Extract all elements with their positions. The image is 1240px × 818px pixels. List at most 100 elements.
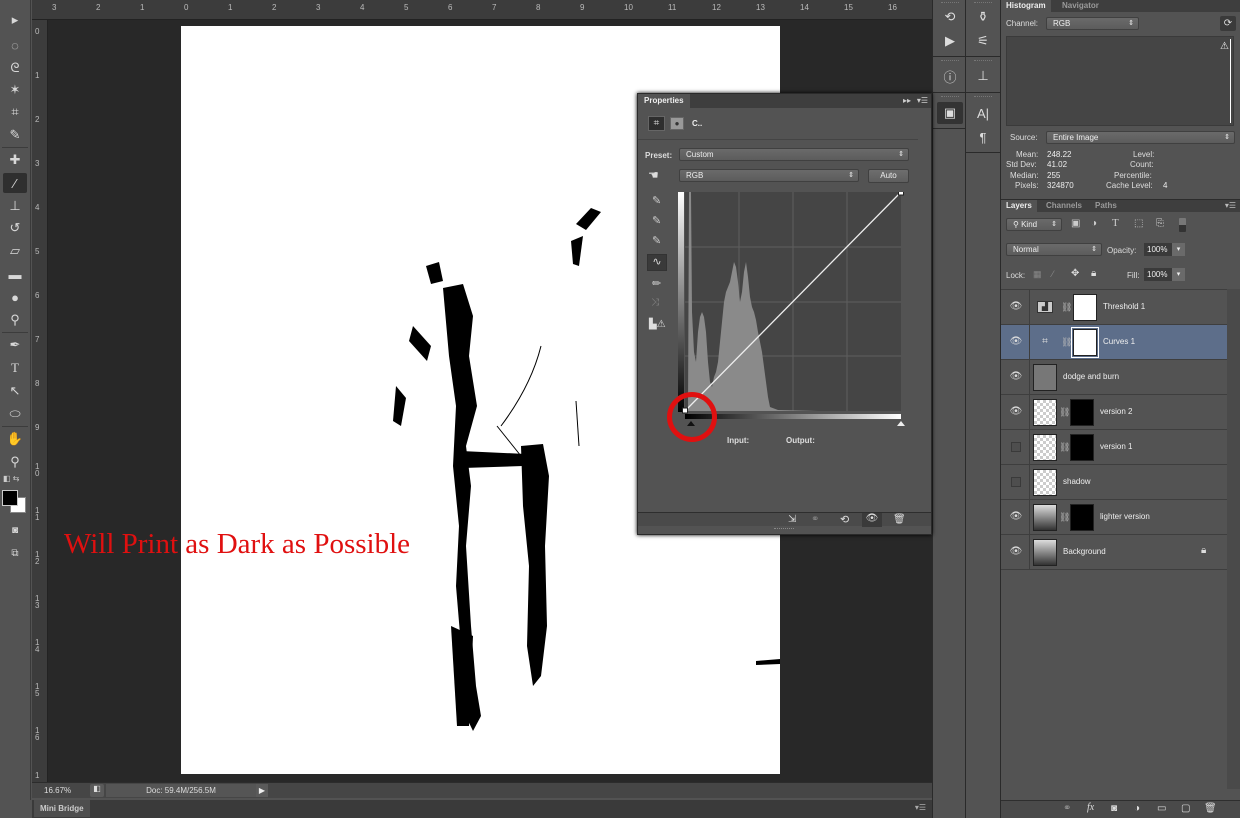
filter-adjustment-icon[interactable]: ◑ xyxy=(1091,218,1097,229)
visibility-eye-icon[interactable]: 👁︎ xyxy=(1009,336,1023,348)
layer-mask-thumbnail[interactable] xyxy=(1071,327,1099,358)
refresh-icon[interactable]: ⟳ xyxy=(1220,16,1236,31)
view-previous-icon[interactable]: ⚭ xyxy=(811,514,819,525)
crop-tool-icon[interactable]: ⌗ xyxy=(3,102,27,122)
hand-tool-icon[interactable]: ✋ xyxy=(3,429,27,449)
fx-icon[interactable]: fx xyxy=(1087,802,1094,813)
layers-scrollbar[interactable] xyxy=(1227,289,1240,789)
channel-select[interactable]: RGB ⇕ xyxy=(1046,17,1139,30)
curves-graph[interactable] xyxy=(678,192,908,432)
fill-input[interactable]: 100% xyxy=(1144,268,1172,281)
ruler-vertical[interactable] xyxy=(32,20,48,782)
layer-row[interactable]: 👁︎ ▟ ⛓ Threshold 1 xyxy=(1001,290,1227,325)
new-layer-icon[interactable]: ▢ xyxy=(1181,803,1190,814)
eraser-tool-icon[interactable]: ▱ xyxy=(3,241,27,261)
opacity-input[interactable]: 100% xyxy=(1144,243,1172,256)
dock-grip[interactable] xyxy=(941,60,959,62)
white-point-eyedropper-icon[interactable]: ✎ xyxy=(652,234,661,247)
channel-select[interactable]: RGB ⇕ xyxy=(679,169,859,182)
trash-icon[interactable]: 🗑︎ xyxy=(1204,803,1217,814)
curves-icon[interactable]: ⌗ xyxy=(648,116,665,131)
on-image-adjust-hand-icon[interactable]: ☚ xyxy=(648,168,659,182)
filter-smart-object-icon[interactable]: ⎘ xyxy=(1156,218,1164,229)
filter-pixel-icon[interactable]: ▣ xyxy=(1071,218,1080,229)
zoom-tool-icon[interactable]: ⚲ xyxy=(3,452,27,472)
layer-thumbnail[interactable] xyxy=(1033,504,1057,531)
blend-mode-select[interactable]: Normal ⇕ xyxy=(1006,243,1102,256)
new-group-icon[interactable]: ▭ xyxy=(1157,803,1166,814)
quick-mask-icon[interactable]: ◙ xyxy=(3,520,27,540)
layer-filter-select[interactable]: ⚲ Kind ⇕ xyxy=(1006,218,1062,231)
mini-bridge-tab[interactable]: Mini Bridge xyxy=(34,800,90,817)
lock-position-icon[interactable]: ✥ xyxy=(1071,268,1079,279)
layer-row[interactable]: 👁︎ dodge and burn xyxy=(1001,360,1227,395)
preset-select[interactable]: Custom ⇕ xyxy=(679,148,909,161)
visibility-eye-icon[interactable]: 👁︎ xyxy=(1009,546,1023,558)
new-adjustment-icon[interactable]: ◑ xyxy=(1134,803,1140,814)
lock-all-icon[interactable]: 🔒︎ xyxy=(1091,268,1096,279)
panel-menu-icon[interactable]: ▾☰ xyxy=(1225,201,1236,210)
visibility-eye-icon[interactable]: 👁︎ xyxy=(1009,371,1023,383)
clone-stamp-tool-icon[interactable]: ⊥ xyxy=(3,196,27,216)
visibility-eye-icon[interactable]: 👁︎ xyxy=(1009,511,1023,523)
layer-thumbnail[interactable] xyxy=(1033,469,1057,496)
dock-grip[interactable] xyxy=(974,96,992,98)
layer-row[interactable]: 👁︎ ⛓ version 2 xyxy=(1001,395,1227,430)
visibility-eye-icon[interactable]: 👁︎ xyxy=(1009,301,1023,313)
layer-thumbnail[interactable] xyxy=(1033,399,1057,426)
gradient-tool-icon[interactable]: ▬ xyxy=(3,264,27,284)
white-point-slider[interactable] xyxy=(897,421,905,426)
dock-grip[interactable] xyxy=(941,2,959,4)
gray-point-eyedropper-icon[interactable]: ✎ xyxy=(652,214,661,227)
character-icon[interactable]: A| xyxy=(970,102,996,124)
add-mask-icon[interactable]: ◙ xyxy=(1111,803,1117,814)
link-icon[interactable]: ⛓ xyxy=(1061,337,1072,348)
layer-row[interactable]: shadow xyxy=(1001,465,1227,500)
reset-icon[interactable]: ⟲ xyxy=(840,513,849,526)
eyedropper-tool-icon[interactable]: ✎ xyxy=(3,125,27,145)
mask-icon[interactable]: ● xyxy=(670,117,684,130)
opacity-dropdown-icon[interactable]: ▾ xyxy=(1172,243,1185,256)
foreground-color-swatch[interactable] xyxy=(2,490,18,506)
layer-mask-thumbnail[interactable] xyxy=(1070,434,1094,461)
filter-type-icon[interactable]: T xyxy=(1112,217,1119,229)
layer-thumbnail[interactable] xyxy=(1033,434,1057,461)
filter-shape-icon[interactable]: ⬚ xyxy=(1134,218,1143,229)
black-point-eyedropper-icon[interactable]: ✎ xyxy=(652,194,661,207)
clip-to-layer-icon[interactable]: ⇲ xyxy=(788,514,796,525)
healing-brush-tool-icon[interactable]: ✚ xyxy=(3,150,27,170)
dock-grip[interactable] xyxy=(941,96,959,98)
fill-dropdown-icon[interactable]: ▾ xyxy=(1172,268,1185,281)
magic-wand-tool-icon[interactable]: ✶ xyxy=(3,80,27,100)
history-brush-tool-icon[interactable]: ↺ xyxy=(3,218,27,238)
paragraph-icon[interactable]: ¶ xyxy=(970,126,996,148)
ellipse-tool-icon[interactable]: ⬭ xyxy=(3,404,27,424)
lock-transparent-icon[interactable]: ▦ xyxy=(1033,269,1042,280)
brush-tool-icon[interactable]: ⁄ xyxy=(3,173,27,193)
pencil-icon[interactable]: ✏ xyxy=(652,277,661,290)
move-tool-icon[interactable]: ▸ xyxy=(3,10,27,30)
layer-row[interactable]: ⛓ version 1 xyxy=(1001,430,1227,465)
link-layers-icon[interactable]: ⚭ xyxy=(1063,803,1071,814)
layer-row[interactable]: 👁︎ Background 🔒︎ xyxy=(1001,535,1227,570)
tab-histogram[interactable]: Histogram xyxy=(1001,0,1051,12)
properties-icon[interactable]: ▣ xyxy=(937,102,963,124)
link-icon[interactable]: ⛓ xyxy=(1059,512,1070,523)
dock-grip[interactable] xyxy=(974,2,992,4)
layer-mask-thumbnail[interactable] xyxy=(1070,399,1094,426)
curve-point-tool-icon[interactable]: ∿ xyxy=(647,254,667,271)
info-icon[interactable]: ⓘ xyxy=(937,65,963,87)
link-icon[interactable]: ⛓ xyxy=(1059,407,1070,418)
panel-menu-icon[interactable]: ▾☰ xyxy=(917,96,928,105)
layer-row[interactable]: 👁︎ ⌗ ⛓ Curves 1 xyxy=(1001,325,1227,360)
resize-grip[interactable] xyxy=(774,528,794,530)
lock-image-icon[interactable]: ⁄ xyxy=(1052,269,1054,279)
layer-mask-thumbnail[interactable] xyxy=(1070,504,1094,531)
clone-source-icon[interactable]: ⊥ xyxy=(970,65,996,87)
visibility-eye-icon[interactable]: 👁︎ xyxy=(862,513,882,527)
default-colors-icon[interactable]: ◧ ⇆ xyxy=(3,474,19,483)
path-selection-tool-icon[interactable]: ↖ xyxy=(3,381,27,401)
dodge-tool-icon[interactable]: ⚲ xyxy=(3,310,27,330)
curve-point-white[interactable] xyxy=(898,192,904,196)
properties-titlebar[interactable]: Properties ▸▸ ▾☰ xyxy=(638,94,931,108)
